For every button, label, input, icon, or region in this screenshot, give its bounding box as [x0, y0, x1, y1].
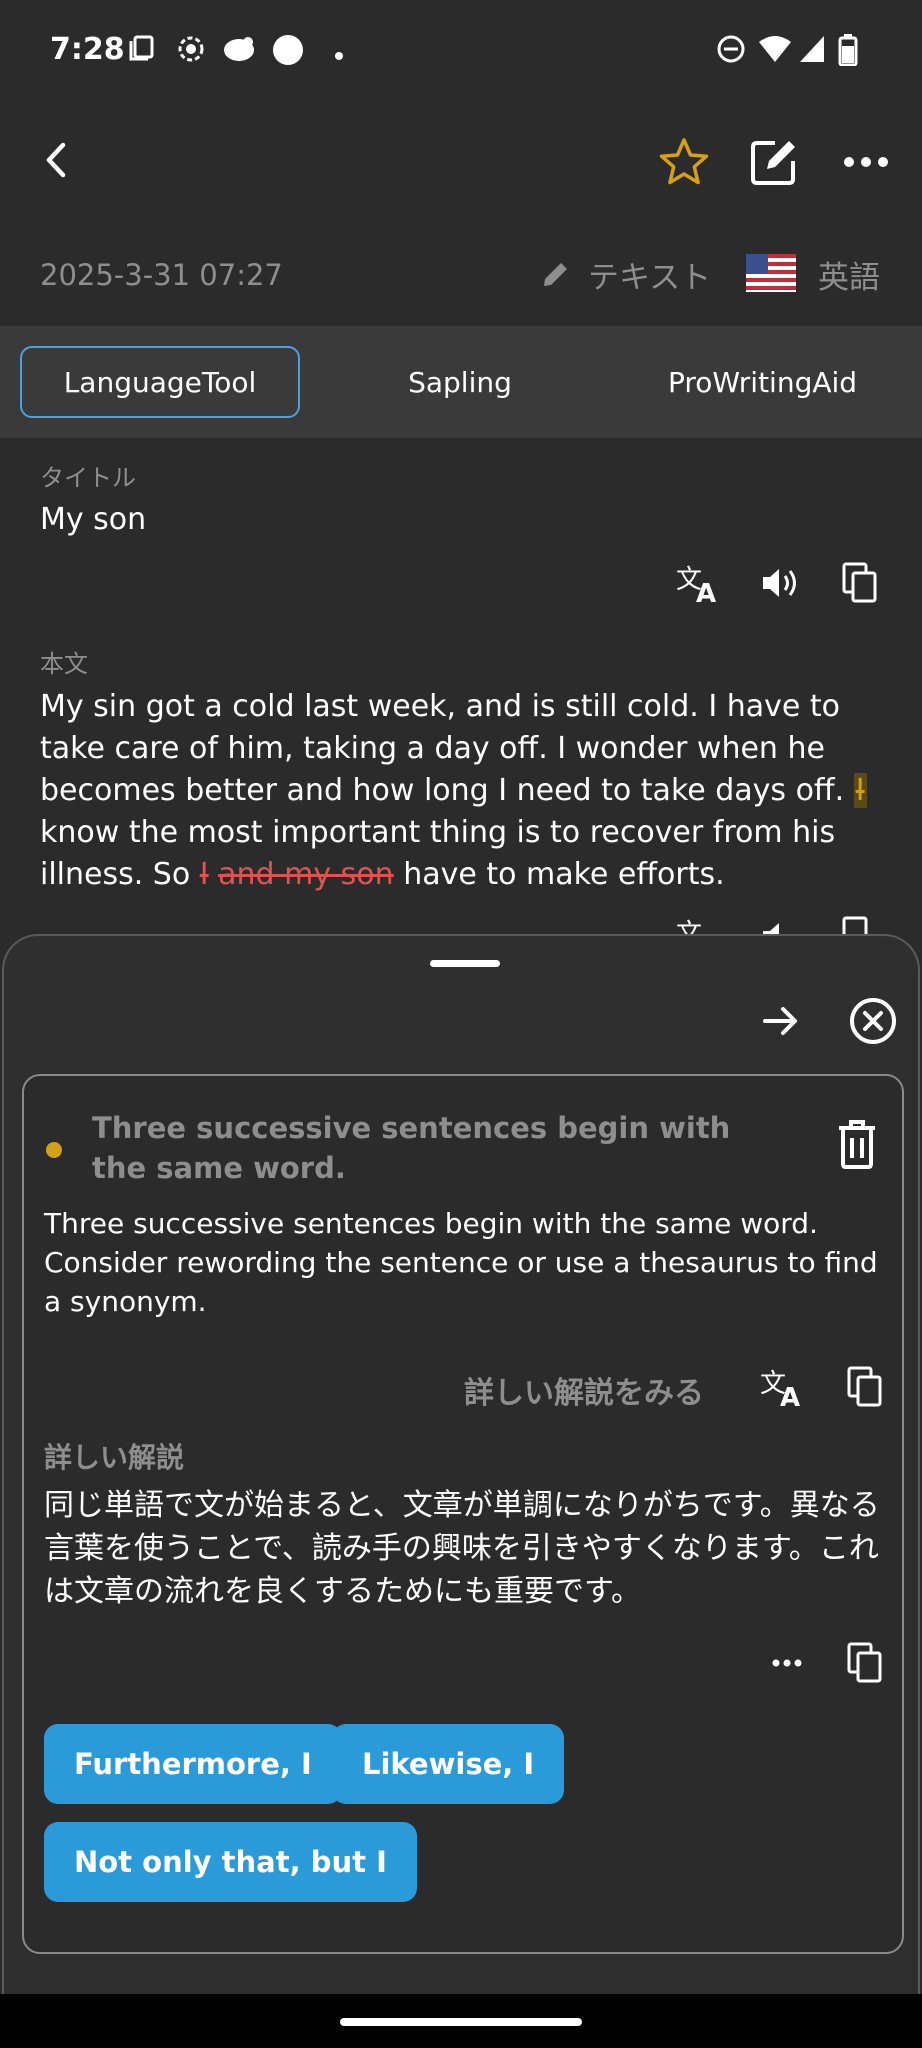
screenshot-notification-icon: [128, 34, 156, 66]
sheet-drag-handle[interactable]: [430, 960, 500, 967]
suggestion-chip-furthermore[interactable]: Furthermore, I: [44, 1724, 342, 1804]
battery-icon: [838, 34, 858, 70]
more-horizontal-icon: [772, 1659, 802, 1667]
entry-date: 2025-3-31 07:27: [40, 258, 283, 292]
tab-prowritingaid[interactable]: ProWritingAid: [620, 346, 905, 418]
copy-icon: [847, 1366, 882, 1407]
home-gesture-handle[interactable]: [340, 2018, 582, 2026]
entry-title: My son: [40, 502, 147, 537]
arrow-right-icon: [763, 1007, 797, 1035]
body-text-segment: My sin got a cold last week, and is stil…: [40, 689, 854, 808]
translate-icon: 文A: [676, 565, 716, 609]
tab-sapling[interactable]: Sapling: [320, 346, 600, 418]
copy-detail-button[interactable]: [842, 1638, 888, 1688]
svg-text:A: A: [780, 1383, 800, 1408]
detail-explanation-text: 同じ単語で文が始まると、文章が単調になりがちです。異なる言葉を使うことで、読み手…: [44, 1488, 880, 1609]
checker-tabs: LanguageTool Sapling ProWritingAid: [0, 326, 922, 438]
more-options-button[interactable]: [836, 134, 896, 190]
copy-icon: [842, 562, 877, 603]
title-section-label: タイトル: [40, 464, 136, 492]
warning-dot-icon: [46, 1142, 62, 1158]
delete-suggestion-button[interactable]: [832, 1116, 882, 1172]
more-horizontal-icon: [844, 157, 888, 167]
entry-meta-row: 2025-3-31 07:27 テキスト 英語: [0, 230, 922, 326]
suggestion-chip-likewise[interactable]: Likewise, I: [332, 1724, 565, 1804]
pencil-icon: [540, 258, 572, 294]
trash-icon: [839, 1120, 875, 1169]
body-section-label: 本文: [40, 650, 88, 678]
edit-icon: [751, 141, 795, 185]
suggestion-bottom-sheet: Three successive sentences begin with th…: [2, 934, 920, 1994]
entry-body-text: My sin got a cold last week, and is stil…: [40, 686, 890, 896]
back-button[interactable]: [28, 132, 84, 188]
circle-notification-icon: [272, 34, 304, 70]
app-bar: [0, 100, 922, 230]
close-sheet-button[interactable]: [846, 994, 900, 1048]
record-notification-icon: [176, 34, 206, 68]
edit-button[interactable]: [746, 134, 802, 190]
svg-text:A: A: [696, 579, 716, 604]
suggestion-card: Three successive sentences begin with th…: [22, 1074, 904, 1954]
do-not-disturb-icon: [716, 34, 746, 68]
detail-explanation-label: 詳しい解説: [44, 1441, 185, 1474]
strikethrough-error[interactable]: I: [200, 857, 209, 892]
highlighted-error[interactable]: I: [853, 773, 867, 808]
suggestion-message: Three successive sentences begin with th…: [44, 1207, 878, 1318]
more-notifications-dot-icon: [334, 46, 344, 65]
back-arrow-icon: [46, 142, 66, 178]
entry-type-label: テキスト: [588, 260, 712, 296]
wifi-icon: [758, 34, 792, 68]
close-circle-icon: [850, 998, 896, 1044]
tab-languagetool[interactable]: LanguageTool: [20, 346, 300, 418]
cellular-signal-icon: [798, 34, 826, 68]
see-explanation-link[interactable]: 詳しい解説をみる: [464, 1368, 704, 1412]
detail-more-button[interactable]: [762, 1638, 812, 1688]
copy-message-button[interactable]: [842, 1362, 888, 1412]
status-bar: 7:28: [0, 0, 922, 100]
cloud-notification-icon: [222, 34, 256, 68]
us-flag-icon: [746, 254, 796, 296]
copy-title-button[interactable]: [842, 562, 878, 608]
status-time: 7:28: [50, 32, 125, 67]
entry-language: 英語: [818, 260, 880, 296]
body-text-segment: have to make efforts.: [393, 857, 725, 892]
suggestion-chip-not-only[interactable]: Not only that, but I: [44, 1822, 417, 1902]
strikethrough-error[interactable]: and my son: [218, 857, 394, 892]
star-icon: [659, 138, 709, 185]
favorite-button[interactable]: [654, 132, 714, 192]
system-navigation-bar: [0, 1994, 922, 2048]
suggestion-headline: Three successive sentences begin with th…: [92, 1111, 731, 1185]
copy-icon: [847, 1642, 882, 1683]
translate-icon: 文A: [760, 1369, 800, 1408]
translate-title-button[interactable]: 文A: [676, 562, 722, 609]
volume-icon: [763, 569, 796, 597]
translate-message-button[interactable]: 文A: [758, 1362, 808, 1412]
speak-title-button[interactable]: [760, 564, 800, 606]
next-suggestion-button[interactable]: [756, 996, 806, 1046]
